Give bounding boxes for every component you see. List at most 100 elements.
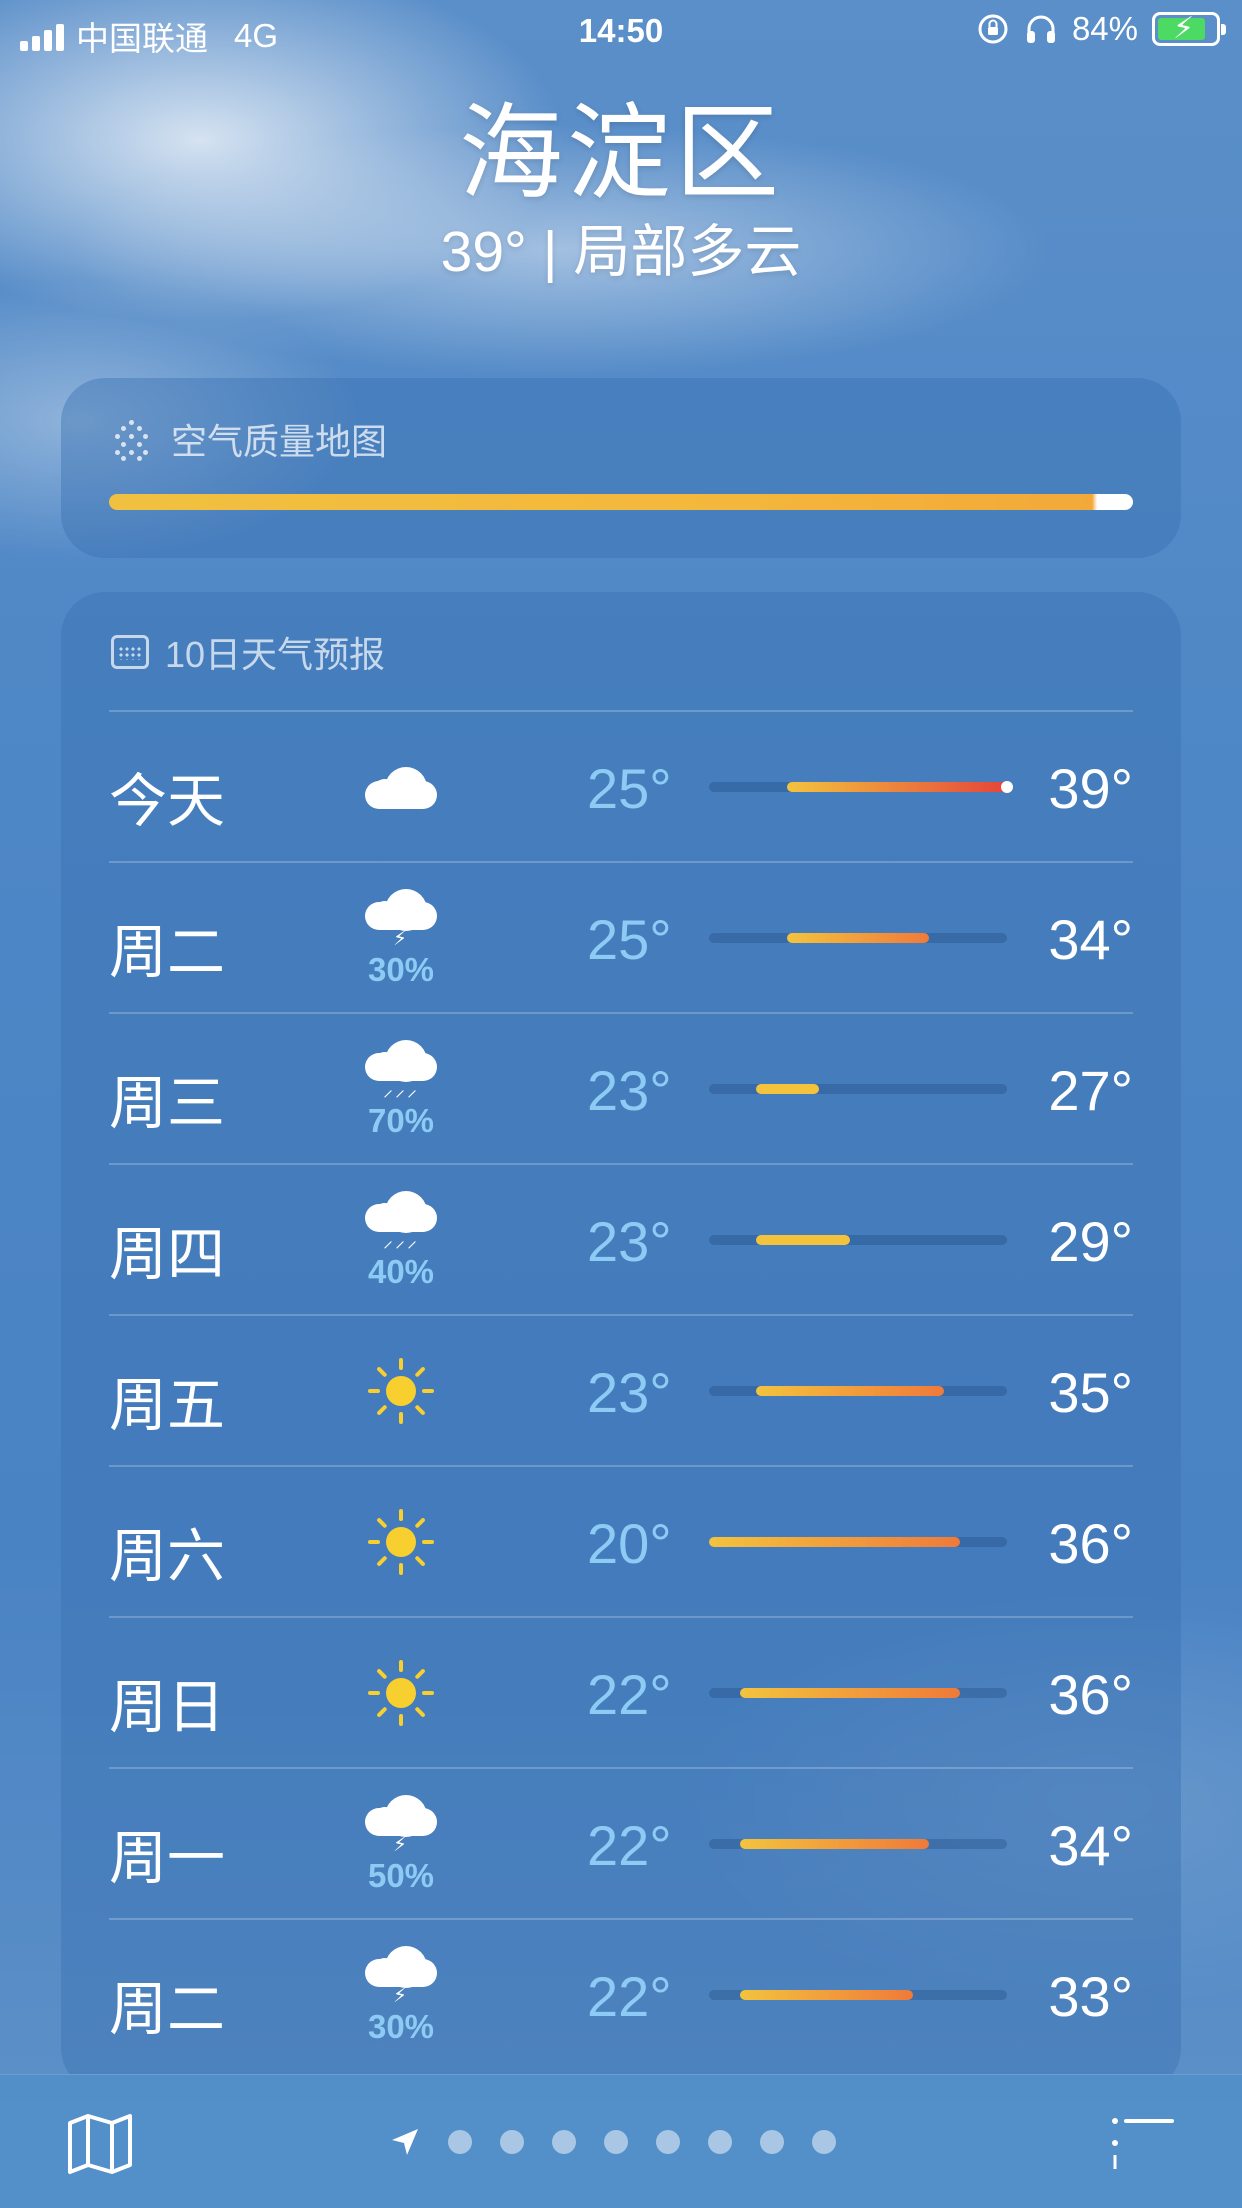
- thunderstorm-icon: ⚡ 50%: [361, 1795, 441, 1895]
- temperature-range-bar: [787, 782, 1007, 792]
- forecast-low: 22°: [587, 1663, 672, 1726]
- forecast-row[interactable]: 周日 22° 36°: [109, 1616, 1133, 1767]
- forecast-row[interactable]: 周四 ⸝⸝⸝ 40% 23° 29°: [109, 1163, 1133, 1314]
- forecast-high: 33°: [1048, 1965, 1133, 2028]
- forecast-low: 25°: [587, 757, 672, 820]
- forecast-low: 22°: [587, 1814, 672, 1877]
- precip-chance: 50%: [367, 1857, 435, 1894]
- page-dot[interactable]: [500, 2130, 524, 2154]
- sun-icon: [361, 1644, 441, 1744]
- rain-icon: ⸝⸝⸝ 70%: [361, 1040, 441, 1140]
- forecast-day-label: 周二: [109, 1977, 226, 2042]
- city-name: 海淀区: [458, 96, 783, 212]
- forecast-row[interactable]: 周六 20° 36°: [109, 1465, 1133, 1616]
- air-quality-header: 空气质量地图: [111, 413, 387, 465]
- list-icon[interactable]: [1110, 2115, 1176, 2171]
- temperature-range-track: [709, 1386, 1007, 1396]
- temperature-range-bar: [740, 1688, 960, 1698]
- bottom-toolbar: [0, 2074, 1242, 2208]
- forecast-row[interactable]: 周二 ⚡ 30% 25° 34°: [109, 861, 1133, 1012]
- forecast-day-label: 周日: [109, 1675, 226, 1740]
- forecast-day-label: 今天: [109, 769, 226, 834]
- forecast-row[interactable]: 周三 ⸝⸝⸝ 70% 23° 27°: [109, 1012, 1133, 1163]
- forecast-row[interactable]: 周一 ⚡ 50% 22° 34°: [109, 1767, 1133, 1918]
- status-bar: 中国联通 4G 14:50 84% ⚡: [0, 0, 1242, 62]
- forecast-day-label: 周三: [109, 1071, 226, 1136]
- precip-chance: 40%: [367, 1253, 435, 1290]
- temperature-range-bar: [756, 1386, 945, 1396]
- forecast-header: 10日天气预报: [111, 626, 385, 678]
- forecast-day-label: 周二: [109, 920, 226, 985]
- forecast-high: 36°: [1048, 1512, 1133, 1575]
- page-indicator[interactable]: [390, 2127, 836, 2157]
- battery-percent: 84%: [1071, 10, 1138, 47]
- forecast-list: 今天 25° 39° 周二 ⚡ 30% 25° 34° 周三 ⸝⸝⸝ 70% 23° 27° 周四 ⸝⸝⸝ 4…: [109, 710, 1133, 2069]
- calendar-icon: [111, 635, 149, 669]
- air-quality-map-strip[interactable]: [109, 494, 1133, 510]
- cloud-icon: [361, 738, 441, 838]
- forecast-low: 23°: [587, 1059, 672, 1122]
- page-dot[interactable]: [448, 2130, 472, 2154]
- temperature-range-track: [709, 933, 1007, 943]
- forecast-low: 22°: [587, 1965, 672, 2028]
- forecast-high: 36°: [1048, 1663, 1133, 1726]
- temperature-range-bar: [756, 1084, 819, 1094]
- forecast-day-label: 周四: [109, 1222, 226, 1287]
- forecast-high: 29°: [1048, 1210, 1133, 1273]
- rain-icon: ⸝⸝⸝ 40%: [361, 1191, 441, 1291]
- page-dot[interactable]: [812, 2130, 836, 2154]
- temperature-range-bar: [756, 1235, 851, 1245]
- temperature-range-bar: [740, 1839, 929, 1849]
- ten-day-forecast-card: 10日天气预报 今天 25° 39° 周二 ⚡ 30% 25° 34° 周三 ⸝⸝⸝ 70% 23° 2…: [61, 592, 1181, 2092]
- temperature-range-track: [709, 1084, 1007, 1094]
- sun-icon: [361, 1342, 441, 1442]
- location-arrow-icon[interactable]: [390, 2127, 420, 2157]
- battery-icon: ⚡: [1152, 12, 1226, 46]
- precip-chance: 30%: [367, 2008, 435, 2045]
- forecast-day-label: 周一: [109, 1826, 226, 1891]
- forecast-row[interactable]: 今天 25° 39°: [109, 710, 1133, 861]
- current-temp-marker: [1001, 781, 1013, 793]
- headphones-icon: [1026, 15, 1055, 43]
- air-quality-title: 空气质量地图: [171, 421, 388, 462]
- temperature-range-track: [709, 1537, 1007, 1547]
- forecast-low: 25°: [587, 908, 672, 971]
- page-dot[interactable]: [604, 2130, 628, 2154]
- rotation-lock-icon: [978, 14, 1008, 44]
- forecast-high: 34°: [1048, 908, 1133, 971]
- dot-grid-icon: [111, 418, 153, 461]
- temperature-range-bar: [709, 1537, 960, 1547]
- forecast-row[interactable]: 周二 ⚡ 30% 22° 33°: [109, 1918, 1133, 2069]
- temperature-range-track: [709, 1235, 1007, 1245]
- forecast-high: 39°: [1048, 757, 1133, 820]
- page-dot[interactable]: [708, 2130, 732, 2154]
- temperature-range-track: [709, 1688, 1007, 1698]
- temperature-range-track: [709, 781, 1013, 793]
- forecast-title: 10日天气预报: [165, 634, 386, 675]
- page-dot[interactable]: [656, 2130, 680, 2154]
- thunderstorm-icon: ⚡ 30%: [361, 889, 441, 989]
- temperature-range-track: [709, 1839, 1007, 1849]
- status-right: 84% ⚡: [976, 10, 1226, 48]
- air-quality-card[interactable]: 空气质量地图: [61, 378, 1181, 558]
- current-summary: 39° | 局部多云: [440, 220, 802, 284]
- temperature-range-bar: [787, 933, 929, 943]
- temperature-range-bar: [740, 1990, 913, 2000]
- forecast-high: 27°: [1048, 1059, 1133, 1122]
- temperature-range-track: [709, 1990, 1007, 2000]
- precip-chance: 70%: [367, 1102, 435, 1139]
- thunderstorm-icon: ⚡ 30%: [361, 1946, 441, 2046]
- forecast-day-label: 周六: [109, 1524, 226, 1589]
- forecast-row[interactable]: 周五 23° 35°: [109, 1314, 1133, 1465]
- forecast-low: 23°: [587, 1210, 672, 1273]
- forecast-day-label: 周五: [109, 1373, 226, 1438]
- map-icon[interactable]: [66, 2113, 134, 2175]
- forecast-low: 23°: [587, 1361, 672, 1424]
- forecast-high: 35°: [1048, 1361, 1133, 1424]
- page-dot[interactable]: [760, 2130, 784, 2154]
- precip-chance: 30%: [367, 951, 435, 988]
- page-dot[interactable]: [552, 2130, 576, 2154]
- forecast-high: 34°: [1048, 1814, 1133, 1877]
- sun-icon: [361, 1493, 441, 1593]
- charging-bolt-icon: ⚡: [1173, 12, 1195, 45]
